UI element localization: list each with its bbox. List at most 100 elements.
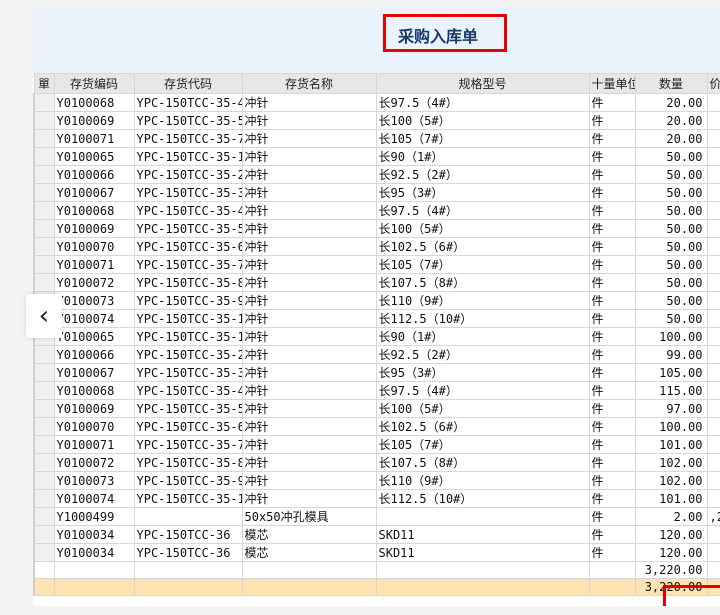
cell-unit[interactable]: 件 (588, 345, 636, 364)
cell-price[interactable] (706, 291, 720, 310)
cell-item-number[interactable]: YPC-150TCC-35-6 (133, 237, 243, 256)
cell-price[interactable] (706, 273, 720, 292)
cell-spec[interactable]: 长105（7#） (375, 435, 590, 454)
cell-item-number[interactable]: YPC-150TCC-35-1 (133, 147, 243, 166)
cell-item-code[interactable]: Y0100034 (53, 525, 135, 544)
cell-unit[interactable]: 件 (588, 399, 636, 418)
cell-quantity[interactable]: 50.00 (634, 201, 708, 220)
cell-price[interactable] (706, 363, 720, 382)
table-row[interactable]: Y0100074 YPC-150TCC-35-1 冲针 长112.5（10#）件 50.… (33, 309, 720, 328)
cell-item-code[interactable]: Y0100074 (53, 309, 135, 328)
cell-unit[interactable]: 件 (588, 525, 636, 544)
cell-unit[interactable]: 件 (588, 219, 636, 238)
cell-spec[interactable]: 长97.5（4#） (375, 93, 590, 112)
cell-spec[interactable]: 长97.5（4#） (375, 381, 590, 400)
cell-price[interactable] (706, 237, 720, 256)
cell-item-number[interactable]: YPC-150TCC-35-7 (133, 435, 243, 454)
cell-unit[interactable]: 件 (588, 471, 636, 490)
cell-item-name[interactable]: 冲针 (241, 381, 377, 400)
cell-quantity[interactable]: 2.00 (634, 507, 708, 526)
cell-unit[interactable]: 件 (588, 255, 636, 274)
cell-unit[interactable]: 件 (588, 165, 636, 184)
cell-quantity[interactable]: 99.00 (634, 345, 708, 364)
cell-quantity[interactable]: 115.00 (634, 381, 708, 400)
cell-spec[interactable]: 长92.5（2#） (375, 345, 590, 364)
cell-item-name[interactable]: 冲针 (241, 201, 377, 220)
table-row[interactable]: Y0100074 YPC-150TCC-35-1 冲针 长112.5（10#）件 101… (33, 489, 720, 508)
cell-spec[interactable]: 长90（1#） (375, 147, 590, 166)
cell-item-name[interactable]: 冲针 (241, 255, 377, 274)
cell-item-code[interactable]: Y0100071 (53, 129, 135, 148)
cell-unit[interactable]: 件 (588, 183, 636, 202)
cell-price[interactable] (706, 93, 720, 112)
cell-price[interactable] (706, 417, 720, 436)
cell-item-name[interactable]: 冲针 (241, 435, 377, 454)
cell-item-name[interactable]: 冲针 (241, 309, 377, 328)
cell-item-name[interactable]: 冲针 (241, 129, 377, 148)
cell-item-code[interactable]: Y0100070 (53, 417, 135, 436)
table-row[interactable]: Y0100071 YPC-150TCC-35-7 冲针 长105（7#）件 101.00 (33, 435, 720, 454)
cell-quantity[interactable]: 97.00 (634, 399, 708, 418)
table-row[interactable]: Y0100066 YPC-150TCC-35-2 冲针 长92.5（2#）件 50.00 (33, 165, 720, 184)
cell-item-number[interactable]: YPC-150TCC-35-5 (133, 399, 243, 418)
cell-price[interactable] (706, 399, 720, 418)
cell-item-name[interactable]: 冲针 (241, 219, 377, 238)
cell-quantity[interactable]: 50.00 (634, 255, 708, 274)
cell-spec[interactable]: 长105（7#） (375, 255, 590, 274)
col-header-price[interactable]: 价 (706, 73, 720, 94)
cell-item-name[interactable]: 50x50冲孔模具 (241, 507, 377, 526)
cell-unit[interactable]: 件 (588, 111, 636, 130)
cell-unit[interactable]: 件 (588, 93, 636, 112)
cell-quantity[interactable]: 101.00 (634, 489, 708, 508)
table-row[interactable]: Y0100071 YPC-150TCC-35-7 冲针 长105（7#）件 50.00 (33, 255, 720, 274)
table-row[interactable]: Y0100067 YPC-150TCC-35-3 冲针 长95（3#）件 50.00 (33, 183, 720, 202)
cell-price[interactable] (706, 471, 720, 490)
cell-price[interactable]: ,2 (706, 507, 720, 526)
cell-item-code[interactable]: Y1000499 (53, 507, 135, 526)
previous-page-button[interactable]: ‹ (26, 294, 62, 338)
cell-quantity[interactable]: 120.00 (634, 543, 708, 562)
cell-item-code[interactable]: Y0100071 (53, 435, 135, 454)
cell-price[interactable] (706, 309, 720, 328)
cell-spec[interactable]: 长112.5（10#） (375, 489, 590, 508)
cell-quantity[interactable]: 100.00 (634, 417, 708, 436)
cell-item-number[interactable]: YPC-150TCC-35-1 (133, 489, 243, 508)
table-row[interactable]: Y0100066 YPC-150TCC-35-2 冲针 长92.5（2#）件 99.00 (33, 345, 720, 364)
cell-quantity[interactable]: 50.00 (634, 165, 708, 184)
cell-item-code[interactable]: Y0100072 (53, 453, 135, 472)
cell-item-code[interactable]: Y0100069 (53, 111, 135, 130)
cell-quantity[interactable]: 50.00 (634, 309, 708, 328)
cell-item-code[interactable]: Y0100068 (53, 93, 135, 112)
cell-spec[interactable]: 长107.5（8#） (375, 273, 590, 292)
cell-item-number[interactable]: YPC-150TCC-35-2 (133, 165, 243, 184)
cell-spec[interactable]: 长92.5（2#） (375, 165, 590, 184)
table-row[interactable]: Y0100071 YPC-150TCC-35-7 冲针 长105（7#）件 20.00 (33, 129, 720, 148)
cell-price[interactable] (706, 165, 720, 184)
cell-price[interactable] (706, 201, 720, 220)
cell-spec[interactable]: 长100（5#） (375, 111, 590, 130)
cell-item-name[interactable]: 冲针 (241, 93, 377, 112)
cell-unit[interactable]: 件 (588, 363, 636, 382)
table-row[interactable]: Y0100067 YPC-150TCC-35-3 冲针 长95（3#）件 105.00 (33, 363, 720, 382)
cell-price[interactable] (706, 543, 720, 562)
cell-item-code[interactable]: Y0100066 (53, 165, 135, 184)
cell-unit[interactable]: 件 (588, 147, 636, 166)
cell-quantity[interactable]: 50.00 (634, 147, 708, 166)
cell-item-name[interactable]: 冲针 (241, 417, 377, 436)
cell-item-number[interactable]: YPC-150TCC-35-1 (133, 327, 243, 346)
col-header-item-number[interactable]: 存货代码 (133, 73, 243, 94)
cell-price[interactable] (706, 111, 720, 130)
cell-spec[interactable]: 长112.5（10#） (375, 309, 590, 328)
cell-spec[interactable]: SKD11 (375, 543, 590, 562)
cell-unit[interactable]: 件 (588, 201, 636, 220)
cell-item-name[interactable]: 冲针 (241, 165, 377, 184)
cell-spec[interactable]: 长102.5（6#） (375, 417, 590, 436)
table-row[interactable]: Y0100065 YPC-150TCC-35-1 冲针 长90（1#）件 50.00 (33, 147, 720, 166)
cell-spec[interactable]: 长110（9#） (375, 291, 590, 310)
table-row[interactable]: Y0100070 YPC-150TCC-35-6 冲针 长102.5（6#）件 100.… (33, 417, 720, 436)
cell-item-code[interactable]: Y0100065 (53, 327, 135, 346)
cell-price[interactable] (706, 327, 720, 346)
table-row[interactable]: Y1000499 50x50冲孔模具 件2.00,2 (33, 507, 720, 526)
cell-item-number[interactable]: YPC-150TCC-35-5 (133, 219, 243, 238)
cell-item-code[interactable]: Y0100070 (53, 237, 135, 256)
